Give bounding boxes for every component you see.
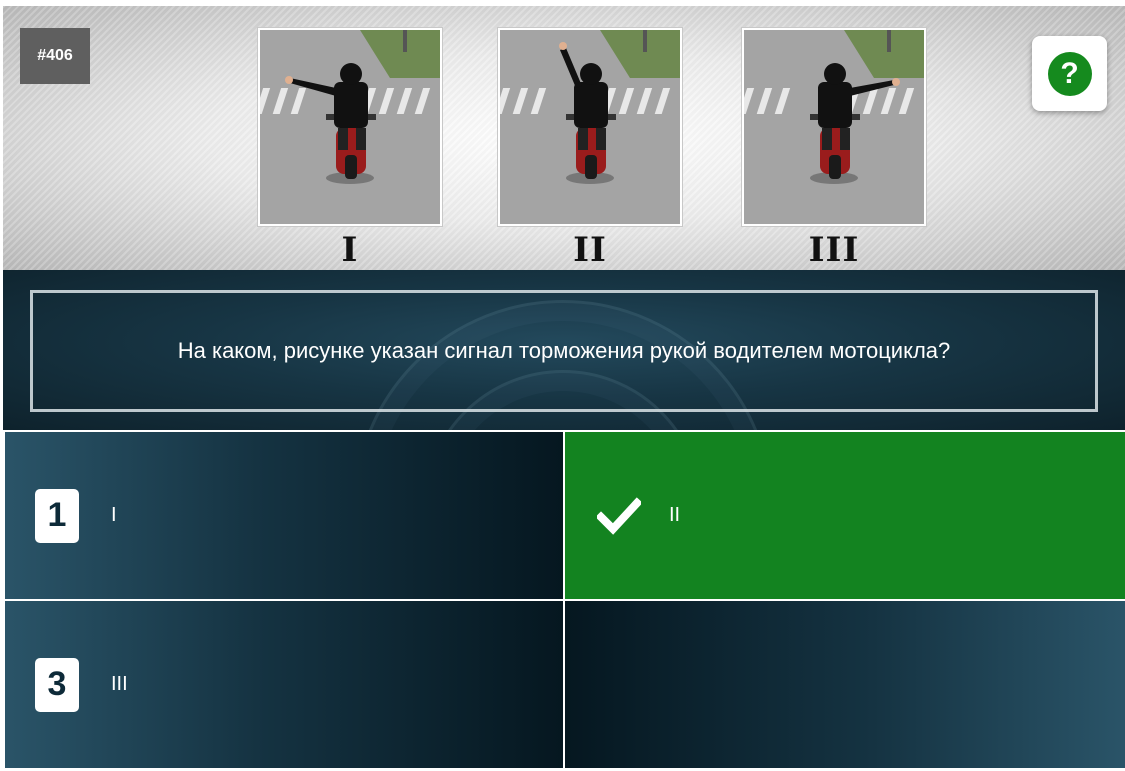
checkmark-icon [597,496,641,535]
question-band: На каком, рисунке указан сигнал торможен… [3,270,1125,430]
question-text: На каком, рисунке указан сигнал торможен… [177,338,951,363]
answer-option-empty [565,601,1125,768]
answer-label: III [111,673,128,695]
question-frame: На каком, рисунке указан сигнал торможен… [30,290,1098,412]
answer-label: II [669,504,681,526]
photo-signal-1 [258,28,442,226]
answer-label: I [111,504,117,526]
photo-numeral-1: I [341,230,359,270]
answer-option-2[interactable]: II [565,432,1125,599]
help-button[interactable]: ? [1032,36,1107,111]
question-circle-icon: ? [1047,51,1092,96]
question-image-area: #406 I II III ? [3,6,1125,270]
photo-signal-2 [498,28,682,226]
photo-numeral-2: II [573,230,607,270]
answer-number-badge: 1 [35,488,79,543]
answer-number-badge: 3 [35,657,79,712]
photo-signal-3 [742,28,926,226]
question-number-badge: #406 [20,28,90,84]
photo-numeral-3: III [808,230,860,270]
answer-option-1[interactable]: 1 I [5,432,563,599]
answer-option-3[interactable]: 3 III [5,601,563,768]
